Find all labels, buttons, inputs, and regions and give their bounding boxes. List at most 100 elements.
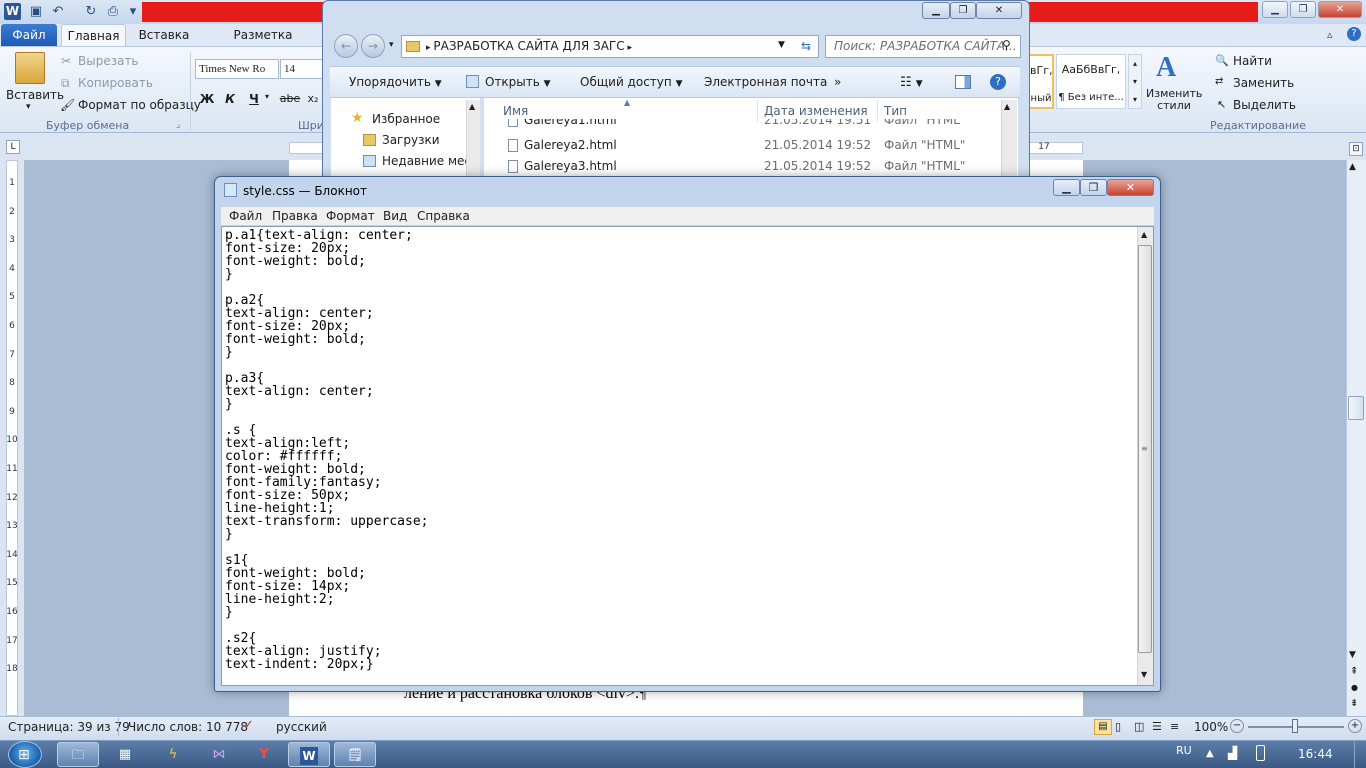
redo-icon[interactable]: ↻ <box>82 3 100 21</box>
paste-button[interactable]: Вставить <box>6 88 64 102</box>
scroll-up-icon[interactable]: ▲ <box>1004 102 1010 111</box>
column-name[interactable]: Имя <box>503 104 528 118</box>
underline-button[interactable]: Ч <box>245 90 263 108</box>
web-layout-icon[interactable]: ◫ <box>1134 720 1144 733</box>
minimize-ribbon-icon[interactable]: ▵ <box>1327 28 1333 41</box>
outline-icon[interactable]: ☰ <box>1152 720 1162 733</box>
change-styles-button[interactable]: Изменить стили <box>1146 88 1202 112</box>
find-button[interactable]: Найти <box>1233 54 1272 68</box>
search-icon[interactable]: ⚲ <box>1002 38 1011 52</box>
proofing-icon[interactable]: ✓ <box>243 718 254 733</box>
tab-home[interactable]: Главная <box>61 24 126 46</box>
browse-object-icon[interactable]: ● <box>1351 683 1358 692</box>
strikethrough-button[interactable]: abe <box>278 90 302 108</box>
minimize-button[interactable]: ▁ <box>1262 1 1288 18</box>
battery-icon[interactable] <box>1256 745 1265 761</box>
font-size-box[interactable]: 14 <box>280 59 324 79</box>
language-indicator[interactable]: RU <box>1176 744 1192 757</box>
select-button[interactable]: Выделить <box>1233 98 1296 112</box>
styles-scroll[interactable]: ▴ ▾ ▾ <box>1128 54 1142 109</box>
menu-view[interactable]: Вид <box>383 209 407 223</box>
nav-pane-scrollbar[interactable] <box>466 100 480 180</box>
cut-button[interactable]: Вырезать <box>78 54 139 68</box>
nav-downloads[interactable]: Загрузки <box>382 133 440 147</box>
help-icon[interactable]: ? <box>990 74 1006 90</box>
table-row[interactable]: Galereya2.html 21.05.2014 19:52 Файл "HT… <box>484 136 1000 156</box>
scroll-down-icon[interactable]: ▼ <box>1349 650 1356 660</box>
network-icon[interactable]: ▟ <box>1228 746 1237 760</box>
table-row[interactable]: Galereya1.html 21.05.2014 19:51 Файл "HT… <box>484 119 1000 131</box>
italic-button[interactable]: К <box>221 90 239 108</box>
undo-icon[interactable]: ↶ <box>49 3 67 21</box>
refresh-icon[interactable]: ⇆ <box>794 36 818 57</box>
scroll-up-icon[interactable]: ▲ <box>1141 230 1147 239</box>
table-row[interactable]: Galereya3.html 21.05.2014 19:52 Файл "HT… <box>484 157 1000 177</box>
view-options-icon[interactable]: ☷ ▼ <box>900 75 923 90</box>
breadcrumb[interactable]: РАЗРАБОТКА САЙТА ДЛЯ ЗАГС <box>433 39 624 53</box>
column-type[interactable]: Тип <box>884 104 907 118</box>
menu-file[interactable]: Файл <box>229 209 262 223</box>
preview-pane-icon[interactable] <box>955 75 971 89</box>
notepad-content[interactable]: p.a1{text-align: center; font-size: 20px… <box>225 229 429 671</box>
close-button[interactable]: ✕ <box>1318 1 1362 18</box>
font-name-box[interactable]: Times New Ro <box>195 59 279 79</box>
notepad-maximize-button[interactable]: ❐ <box>1080 179 1107 196</box>
word-logo-icon[interactable]: W <box>4 3 21 20</box>
tab-page-layout[interactable]: Разметка страницы <box>204 24 322 64</box>
maximize-button[interactable]: ❐ <box>1290 1 1316 18</box>
scroll-up-icon[interactable]: ▲ <box>469 102 475 111</box>
full-screen-reading-icon[interactable]: ▯ <box>1115 720 1121 733</box>
zoom-slider-thumb[interactable] <box>1292 719 1298 733</box>
word-vertical-scrollbar[interactable] <box>1346 160 1366 716</box>
paste-dropdown-icon[interactable]: ▾ <box>26 102 31 112</box>
show-desktop-button[interactable] <box>1354 741 1366 768</box>
style-no-spacing[interactable]: АаБбВвГг, ¶ Без инте... <box>1056 54 1126 109</box>
file-list-scrollbar[interactable] <box>1001 100 1017 180</box>
copy-button[interactable]: Копировать <box>78 76 153 90</box>
open-button[interactable]: Открыть ▼ <box>485 75 551 89</box>
format-painter-button[interactable]: Формат по образцу <box>78 98 201 112</box>
nav-favorites[interactable]: Избранное <box>372 112 440 126</box>
clipboard-launcher-icon[interactable]: ⌟ <box>176 120 180 130</box>
tab-insert[interactable]: Вставка <box>134 24 194 46</box>
view-ruler-icon[interactable]: ⊡ <box>1349 142 1363 156</box>
nav-recent[interactable]: Недавние места <box>382 154 468 168</box>
notepad-close-button[interactable]: ✕ <box>1107 179 1154 196</box>
taskbar-calculator[interactable]: ▦ <box>104 742 146 767</box>
next-page-icon[interactable]: ⇟ <box>1350 698 1358 709</box>
more-button[interactable]: » <box>834 75 841 89</box>
menu-edit[interactable]: Правка <box>272 209 318 223</box>
zoom-level[interactable]: 100% <box>1194 720 1228 734</box>
taskbar-explorer[interactable]: 🗀 <box>57 742 99 767</box>
scroll-up-icon[interactable]: ▲ <box>1349 162 1356 172</box>
share-button[interactable]: Общий доступ ▼ <box>580 75 682 89</box>
zoom-out-icon[interactable]: − <box>1230 719 1244 733</box>
recent-pages-icon[interactable]: ▾ <box>389 40 394 50</box>
organize-button[interactable]: Упорядочить ▼ <box>349 75 442 89</box>
clock[interactable]: 16:44 <box>1298 747 1333 761</box>
style-normal[interactable]: вГг, ный <box>1028 54 1054 109</box>
forward-button[interactable]: → <box>361 34 385 58</box>
page-count[interactable]: Страница: 39 из 79 <box>8 720 130 734</box>
explorer-minimize-button[interactable]: ▁ <box>922 2 950 19</box>
taskbar-app-lightning[interactable]: ϟ <box>152 742 194 767</box>
bold-button[interactable]: Ж <box>198 90 216 108</box>
replace-button[interactable]: Заменить <box>1233 76 1294 90</box>
search-input[interactable]: Поиск: РАЗРАБОТКА САЙТА... <box>825 35 1021 58</box>
scroll-thumb[interactable] <box>1348 396 1364 420</box>
underline-dropdown-icon[interactable]: ▾ <box>265 92 269 101</box>
paste-icon[interactable] <box>15 52 45 84</box>
scroll-down-icon[interactable]: ▼ <box>1141 670 1147 679</box>
draft-icon[interactable]: ≡ <box>1170 720 1179 733</box>
help-icon[interactable]: ? <box>1347 27 1361 41</box>
taskbar-notepad[interactable]: 🗒 <box>334 742 376 767</box>
save-icon[interactable]: ▣ <box>27 3 45 21</box>
taskbar-word[interactable]: W <box>288 742 330 767</box>
address-dropdown-icon[interactable]: ▼ <box>778 40 785 50</box>
word-count[interactable]: Число слов: 10 778 <box>128 720 248 734</box>
explorer-close-button[interactable]: ✕ <box>976 2 1022 19</box>
notepad-minimize-button[interactable]: ▁ <box>1053 179 1080 196</box>
customize-quick-access-icon[interactable]: ▾ <box>124 3 142 21</box>
explorer-maximize-button[interactable]: ❐ <box>950 2 976 19</box>
email-button[interactable]: Электронная почта <box>704 75 827 89</box>
